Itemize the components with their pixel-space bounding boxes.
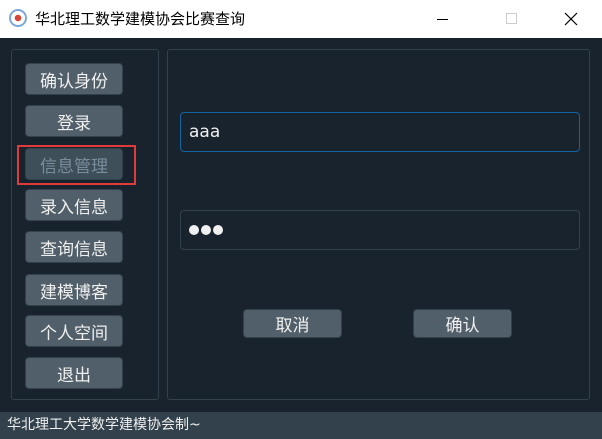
login-panel: aaa 取消 确认 xyxy=(167,49,590,400)
sidebar-panel: 确认身份 登录 信息管理 录入信息 查询信息 建模博客 个人空间 退出 xyxy=(11,49,159,400)
sidebar-item-personal-space[interactable]: 个人空间 xyxy=(25,315,123,347)
cancel-button[interactable]: 取消 xyxy=(243,309,342,338)
minimize-icon xyxy=(437,19,448,20)
window-title: 华北理工数学建模协会比赛查询 xyxy=(35,10,246,28)
minimize-button[interactable] xyxy=(420,0,466,38)
confirm-button[interactable]: 确认 xyxy=(413,309,512,338)
maximize-button[interactable] xyxy=(489,0,535,38)
sidebar-item-confirm-identity[interactable]: 确认身份 xyxy=(25,63,123,95)
username-input[interactable]: aaa xyxy=(180,112,580,152)
main-window: 确认身份 登录 信息管理 录入信息 查询信息 建模博客 个人空间 退出 aaa … xyxy=(0,38,602,439)
password-dot xyxy=(201,225,211,235)
password-dot xyxy=(189,225,199,235)
sidebar-item-modeling-blog[interactable]: 建模博客 xyxy=(25,274,123,306)
sidebar-item-exit[interactable]: 退出 xyxy=(25,357,123,389)
app-logo-icon xyxy=(9,9,27,27)
highlight-box xyxy=(17,145,136,185)
close-button[interactable] xyxy=(548,0,594,38)
sidebar-item-login[interactable]: 登录 xyxy=(25,105,123,137)
sidebar-item-query-info[interactable]: 查询信息 xyxy=(25,231,123,263)
close-icon xyxy=(564,12,578,26)
title-bar: 华北理工数学建模协会比赛查询 xyxy=(0,0,602,38)
password-dot xyxy=(213,225,223,235)
maximize-icon xyxy=(506,13,517,24)
password-input[interactable] xyxy=(180,210,580,250)
status-bar: 华北理工大学数学建模协会制~ xyxy=(0,412,602,439)
sidebar-item-enter-info[interactable]: 录入信息 xyxy=(25,189,123,221)
